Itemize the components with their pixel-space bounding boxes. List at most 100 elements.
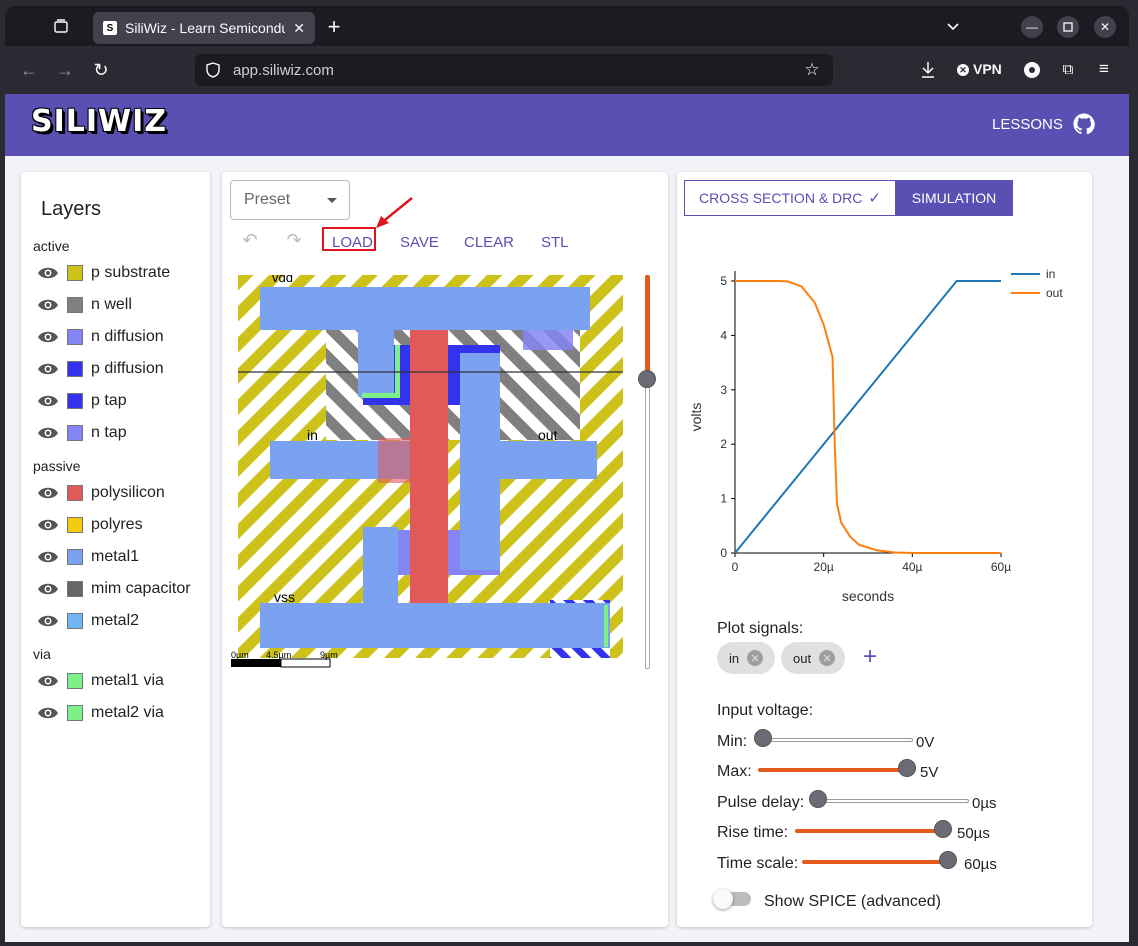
eye-icon[interactable] — [37, 486, 59, 500]
min-slider-track[interactable] — [763, 738, 913, 742]
layer-color-swatch — [67, 297, 83, 313]
url-bar[interactable]: app.siliwiz.com ☆ — [195, 54, 833, 86]
eye-icon[interactable] — [37, 266, 59, 280]
layer-color-swatch — [67, 361, 83, 377]
layer-item[interactable]: n well — [37, 296, 132, 314]
tab-overview-icon[interactable] — [53, 18, 69, 34]
layer-item[interactable]: n tap — [37, 424, 127, 442]
layer-item[interactable]: metal1 via — [37, 672, 164, 690]
undo-icon[interactable]: ↶ — [238, 230, 262, 250]
eye-icon[interactable] — [37, 614, 59, 628]
vdd-rail-metal1[interactable] — [260, 287, 590, 330]
extension-circle-icon[interactable] — [1024, 62, 1040, 78]
preset-select[interactable]: Preset — [230, 180, 350, 220]
back-icon[interactable]: ← — [19, 60, 39, 80]
rise-slider-thumb[interactable] — [934, 820, 952, 838]
simulation-plot[interactable]: 0 1 2 3 4 5 0 20µ 40µ 60µ seconds volts in out — [677, 252, 1092, 622]
eye-icon[interactable] — [37, 706, 59, 720]
eye-icon[interactable] — [37, 518, 59, 532]
vss-rail-metal1[interactable] — [260, 603, 610, 648]
new-tab-icon[interactable]: + — [325, 14, 343, 39]
layer-item[interactable]: p substrate — [37, 264, 170, 282]
pmos-source-via-v[interactable] — [395, 345, 400, 395]
toggle-knob[interactable] — [713, 889, 733, 909]
layer-item[interactable]: polyres — [37, 516, 143, 534]
download-icon[interactable] — [919, 60, 937, 80]
save-button[interactable]: SAVE — [400, 234, 439, 251]
min-slider-thumb[interactable] — [754, 729, 772, 747]
eye-icon[interactable] — [37, 426, 59, 440]
maximize-icon[interactable] — [1057, 16, 1079, 38]
cross-section-slider-track[interactable] — [645, 375, 650, 669]
layer-item[interactable]: mim capacitor — [37, 580, 191, 598]
chevron-down-icon[interactable] — [945, 18, 961, 34]
clear-button[interactable]: CLEAR — [464, 234, 514, 251]
vss-rise-metal1[interactable] — [363, 527, 398, 609]
browser-tab[interactable]: S SiliWiz - Learn Semicondu ✕ — [93, 12, 315, 44]
minimize-icon[interactable]: — — [1021, 16, 1043, 38]
app-page: SILIWIZ LESSONS Layers active p substrate… — [5, 94, 1129, 942]
layer-item[interactable]: n diffusion — [37, 328, 164, 346]
layer-label: metal1 via — [91, 672, 164, 689]
extensions-puzzle-icon[interactable]: ⧉ — [1059, 60, 1077, 78]
scale-slider-track[interactable] — [802, 860, 952, 864]
layer-item[interactable]: metal2 via — [37, 704, 164, 722]
layer-item[interactable]: p tap — [37, 392, 127, 410]
layer-item[interactable]: p diffusion — [37, 360, 164, 378]
plot-signals-label: Plot signals: — [717, 620, 804, 637]
layer-label: metal1 — [91, 548, 140, 565]
pmos-source-via[interactable] — [362, 393, 400, 398]
eye-icon[interactable] — [37, 330, 59, 344]
github-icon[interactable] — [1072, 112, 1096, 136]
scale-slider-thumb[interactable] — [939, 851, 957, 869]
layer-item[interactable]: metal2 — [37, 612, 139, 630]
x-tick-label: 0 — [732, 560, 739, 574]
out-metal1[interactable] — [460, 441, 597, 479]
eye-icon[interactable] — [37, 394, 59, 408]
scale-label-1: 4.5µm — [266, 650, 291, 660]
layout-canvas[interactable]: vdd in out vss — [238, 275, 623, 658]
remove-in-icon[interactable]: ✕ — [747, 650, 764, 666]
layer-color-swatch — [67, 549, 83, 565]
show-spice-toggle[interactable] — [713, 889, 751, 909]
max-slider-thumb[interactable] — [898, 759, 916, 777]
eye-icon[interactable] — [37, 362, 59, 376]
vdd-drop-metal1[interactable] — [358, 325, 394, 397]
vpn-icon[interactable]: ✕ — [957, 64, 969, 76]
eye-icon[interactable] — [37, 582, 59, 596]
x-tick-label: 60µ — [991, 560, 1011, 574]
forward-icon[interactable]: → — [55, 60, 75, 80]
pulse-slider-thumb[interactable] — [809, 790, 827, 808]
eye-icon[interactable] — [37, 674, 59, 688]
remove-out-icon[interactable]: ✕ — [819, 650, 836, 666]
layer-color-swatch — [67, 265, 83, 281]
ptap-via[interactable] — [604, 605, 608, 647]
cross-section-slider-thumb[interactable] — [638, 370, 656, 388]
add-signal-icon[interactable]: + — [859, 643, 881, 670]
reload-icon[interactable]: ↻ — [91, 60, 111, 80]
redo-icon[interactable]: ↷ — [282, 230, 306, 250]
lessons-link[interactable]: LESSONS — [992, 116, 1063, 133]
menu-icon[interactable]: ≡ — [1095, 59, 1113, 78]
scale-value: 60µs — [964, 856, 997, 873]
tab-simulation[interactable]: SIMULATION — [895, 180, 1013, 216]
max-slider-track[interactable] — [758, 768, 908, 772]
shield-icon[interactable] — [205, 62, 221, 78]
siliwiz-logo[interactable]: SILIWIZ — [31, 104, 167, 139]
vpn-label[interactable]: VPN — [973, 61, 1002, 77]
stl-button[interactable]: STL — [541, 234, 569, 251]
pulse-slider-track[interactable] — [819, 799, 969, 803]
signal-chip-in[interactable]: in ✕ — [717, 642, 775, 674]
close-window-icon[interactable]: ✕ — [1094, 16, 1116, 38]
eye-icon[interactable] — [37, 550, 59, 564]
close-tab-icon[interactable]: ✕ — [293, 20, 305, 37]
layer-item[interactable]: polysilicon — [37, 484, 165, 502]
bookmark-star-icon[interactable]: ☆ — [803, 60, 821, 79]
preset-label: Preset — [244, 191, 291, 208]
rise-slider-track[interactable] — [795, 829, 945, 833]
eye-icon[interactable] — [37, 298, 59, 312]
tab-cross-section[interactable]: CROSS SECTION & DRC ✓ — [684, 180, 896, 216]
layer-item[interactable]: metal1 — [37, 548, 139, 566]
load-button[interactable]: LOAD — [332, 234, 373, 251]
signal-chip-out[interactable]: out ✕ — [781, 642, 845, 674]
